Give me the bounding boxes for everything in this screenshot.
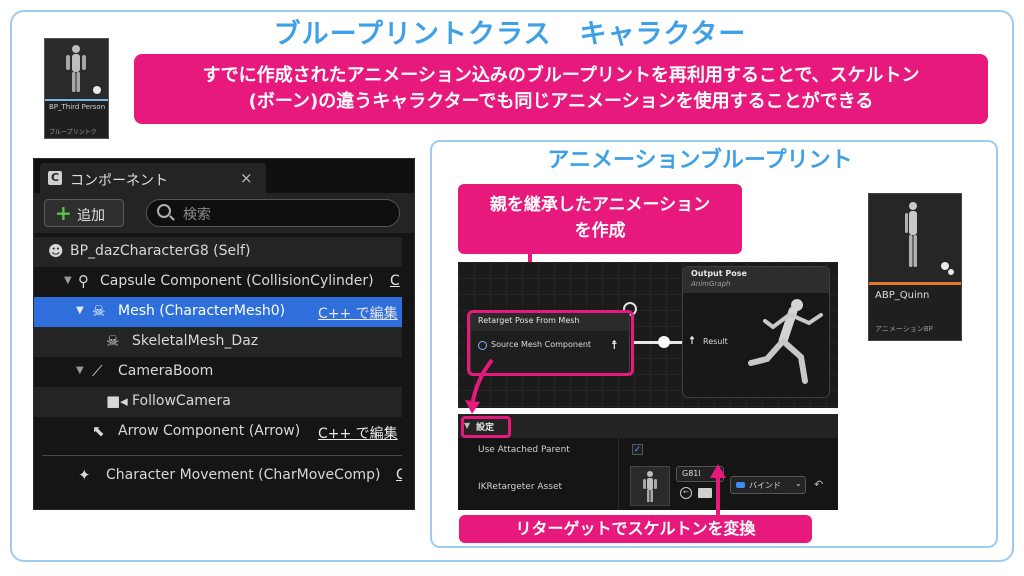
bind-label: バインド bbox=[749, 481, 781, 490]
asset-type: アニメーションBP bbox=[875, 325, 933, 333]
tree-row-label: FollowCamera bbox=[132, 393, 231, 409]
search-icon bbox=[157, 204, 171, 218]
bind-dropdown[interactable]: バインド ⌄ bbox=[730, 476, 806, 494]
mannequin-icon bbox=[748, 299, 823, 384]
tree-row-label: Capsule Component (CollisionCylinder) bbox=[100, 273, 374, 289]
tree-row-arrow[interactable]: ⬉ Arrow Component (Arrow) C++ で編集 bbox=[34, 417, 402, 447]
chevron-down-icon[interactable]: ▼ bbox=[76, 305, 84, 316]
page-title: ブループリントクラス キャラクター bbox=[273, 19, 747, 50]
ik-retargeter-value: G81l bbox=[682, 469, 701, 478]
callout-parent: 親を継承したアニメーション を作成 bbox=[458, 184, 742, 254]
output-node-subtitle: AnimGraph bbox=[691, 280, 731, 288]
skeleton-icon: ☠ bbox=[92, 302, 106, 320]
tree-row-label: BP_dazCharacterG8 (Self) bbox=[70, 243, 251, 259]
use-attached-parent-checkbox[interactable]: ✓ bbox=[632, 444, 643, 455]
components-icon: C bbox=[48, 171, 62, 185]
chevron-down-icon[interactable]: ▼ bbox=[76, 365, 84, 376]
asset-type-bar bbox=[45, 99, 108, 101]
anim-graph[interactable]: Retarget Pose From Mesh Source Mesh Comp… bbox=[458, 262, 838, 408]
callout-main: すでに作成されたアニメーション込みのブループリントを再利用することで、スケルトン… bbox=[134, 54, 988, 124]
camera-icon: ■◂ bbox=[106, 392, 128, 410]
mannequin-icon bbox=[643, 471, 657, 502]
mannequin-icon bbox=[45, 39, 108, 99]
bind-icon bbox=[736, 482, 745, 488]
tree-row-label: Character Movement (CharMoveComp) bbox=[106, 467, 381, 483]
cpp-edit-link[interactable]: C++ で編集 bbox=[318, 303, 398, 323]
asset-thumbnail-character[interactable]: BP_Third Person ブループリントク bbox=[44, 38, 109, 139]
cpp-edit-link[interactable]: C++ で編集 bbox=[318, 423, 398, 443]
tree-row-mesh[interactable]: ▼ ☠ Mesh (CharacterMesh0) C++ で編集 bbox=[34, 297, 402, 327]
callout-parent-line1: 親を継承したアニメーション bbox=[489, 195, 711, 215]
search-placeholder: 検索 bbox=[183, 207, 211, 223]
callout-retarget: リターゲットでスケルトンを変換 bbox=[459, 515, 812, 543]
tree-row-skeletal-mesh[interactable]: ☠ SkeletalMesh_Daz bbox=[34, 327, 402, 357]
pink-arrow bbox=[710, 464, 726, 518]
plus-icon: + bbox=[55, 201, 72, 225]
asset-name: ABP_Quinn bbox=[875, 290, 930, 301]
ik-retargeter-label: IKRetargeter Asset bbox=[478, 482, 563, 492]
asset-name: BP_Third Person bbox=[49, 103, 106, 111]
wire-knot[interactable] bbox=[658, 336, 670, 348]
add-button-label: 追加 bbox=[77, 208, 105, 224]
components-toolbar: + 追加 検索 bbox=[34, 193, 414, 233]
arrow-icon: ⬉ bbox=[92, 422, 105, 440]
chevron-down-icon[interactable]: ▼ bbox=[64, 275, 72, 286]
pink-arrow bbox=[465, 358, 494, 414]
tab-components-label: コンポーネント bbox=[70, 173, 168, 189]
tree-row-label: Mesh (CharacterMesh0) bbox=[118, 303, 286, 319]
skeleton-icon: ☠ bbox=[106, 332, 120, 350]
tree-row-label: SkeletalMesh_Daz bbox=[132, 333, 259, 349]
ik-retargeter-thumbnail[interactable] bbox=[630, 466, 670, 506]
close-icon[interactable]: × bbox=[240, 169, 253, 187]
add-component-button[interactable]: + 追加 bbox=[44, 199, 124, 227]
output-pose-node[interactable]: Output Pose AnimGraph ☨ Result bbox=[682, 266, 830, 398]
use-selected-icon[interactable]: ← bbox=[680, 487, 692, 499]
reset-icon[interactable]: ↶ bbox=[814, 478, 823, 491]
result-pin-label: Result bbox=[703, 337, 728, 346]
tree-row-character-movement[interactable]: ✦ Character Movement (CharMoveComp) C bbox=[34, 461, 402, 491]
cpp-edit-link[interactable]: C bbox=[390, 273, 400, 289]
asset-type: ブループリントク bbox=[49, 129, 97, 136]
movement-icon: ✦ bbox=[78, 466, 91, 484]
tab-components[interactable]: C コンポーネント × bbox=[40, 163, 266, 193]
components-tabbar: C コンポーネント × bbox=[34, 159, 414, 193]
anim-blueprint-title: アニメーションブループリント bbox=[547, 148, 853, 173]
chevron-down-icon: ⌄ bbox=[795, 479, 802, 488]
spring-arm-icon: ⟋ bbox=[92, 362, 103, 380]
pose-input-pin-icon[interactable]: ☨ bbox=[689, 334, 695, 347]
details-panel: ▼ 設定 Use Attached Parent ✓ IKRetargeter … bbox=[458, 414, 838, 510]
cpp-edit-link[interactable]: C bbox=[396, 467, 402, 483]
column-divider bbox=[618, 438, 619, 510]
tree-row-camera-boom[interactable]: ▼ ⟋ CameraBoom bbox=[34, 357, 402, 387]
output-node-title: Output Pose bbox=[691, 269, 747, 278]
use-attached-parent-label: Use Attached Parent bbox=[478, 445, 570, 455]
callout-parent-line2: を作成 bbox=[574, 221, 626, 241]
output-node-header: Output Pose AnimGraph bbox=[683, 267, 829, 293]
callout-main-line1: すでに作成されたアニメーション込みのブループリントを再利用することで、スケルトン bbox=[202, 65, 920, 86]
mannequin-icon bbox=[869, 194, 961, 282]
tree-row-capsule[interactable]: ▼ ⚲ Capsule Component (CollisionCylinder… bbox=[34, 267, 402, 297]
settings-section-header[interactable]: ▼ 設定 bbox=[458, 414, 838, 438]
asset-thumbnail-abp[interactable]: ABP_Quinn アニメーションBP bbox=[868, 193, 962, 341]
tree-row-label: CameraBoom bbox=[118, 363, 214, 379]
tree-row-label: Arrow Component (Arrow) bbox=[118, 423, 301, 439]
tree-row-self[interactable]: ☻ BP_dazCharacterG8 (Self) bbox=[34, 237, 402, 267]
components-panel: C コンポーネント × + 追加 検索 ☻ BP_dazCharacterG8 … bbox=[33, 158, 415, 510]
callout-main-line2: (ボーン)の違うキャラクターでも同じアニメーションを使用することができる bbox=[248, 91, 874, 112]
highlight-box bbox=[461, 416, 511, 438]
divider bbox=[42, 455, 402, 456]
tree-row-follow-camera[interactable]: ■◂ FollowCamera bbox=[34, 387, 402, 417]
capsule-icon: ⚲ bbox=[78, 272, 89, 290]
person-icon: ☻ bbox=[48, 242, 64, 260]
asset-type-bar bbox=[869, 282, 961, 285]
search-input[interactable]: 検索 bbox=[146, 199, 400, 227]
